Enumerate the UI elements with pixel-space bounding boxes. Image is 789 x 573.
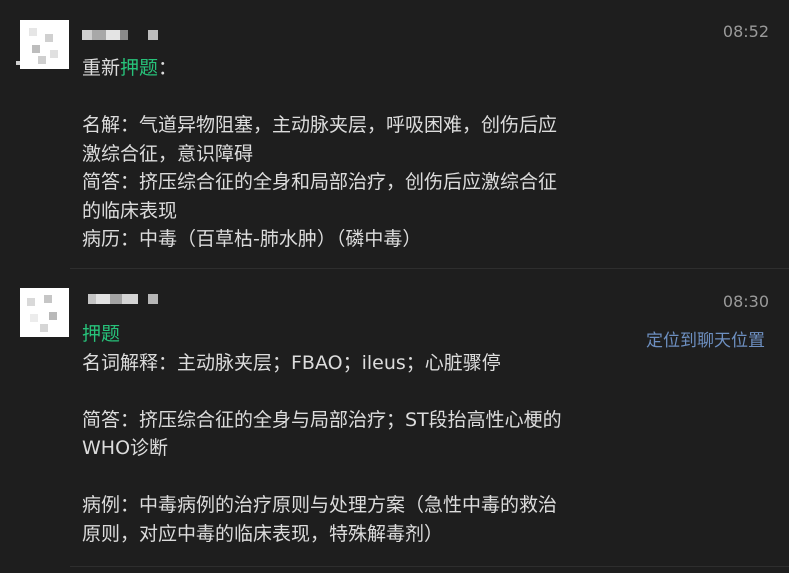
message-line: 押题 — [82, 320, 622, 349]
chat-message[interactable]: 08:30 定位到聊天位置 押题名词解释：主动脉夹层；FBAO；ileus；心脏… — [0, 268, 789, 568]
keyword-text: 押题 — [120, 57, 159, 79]
message-text[interactable]: 押题名词解释：主动脉夹层；FBAO；ileus；心脏骤停简答：挤压综合征的全身与… — [82, 320, 622, 548]
chat-message[interactable]: 08:52 重新押题： 名解：气道异物阻塞，主动脉夹层，呼吸困难，创伤后应 激综合征… — [0, 0, 789, 268]
line-text: 名词解释：主动脉夹层；FBAO；ileus；心脏骤停 — [82, 351, 501, 374]
message-divider — [70, 566, 789, 567]
line-text: 原则，对应中毒的临床表现，特殊解毒剂） — [82, 522, 444, 545]
message-text[interactable]: 重新押题： 名解：气道异物阻塞，主动脉夹层，呼吸困难，创伤后应 激综合征，意识障碍简… — [82, 54, 622, 254]
sender-name-blurred[interactable] — [82, 30, 162, 40]
message-line: 激综合征，意识障碍 — [82, 140, 622, 169]
chat-history-list: 08:52 重新押题： 名解：气道异物阻塞，主动脉夹层，呼吸困难，创伤后应 激综合征… — [0, 0, 789, 573]
avatar[interactable] — [20, 288, 69, 337]
message-line: 简答：挤压综合征的全身与局部治疗；ST段抬高性心梗的 — [82, 406, 622, 435]
message-time: 08:30 — [722, 292, 769, 311]
message-line: WHO诊断 — [82, 434, 622, 463]
line-text: 简答：挤压综合征的全身与局部治疗；ST段抬高性心梗的 — [82, 408, 562, 431]
message-line: 病例：中毒病例的治疗原则与处理方案（急性中毒的救治 — [82, 491, 622, 520]
locate-in-chat-link[interactable]: 定位到聊天位置 — [646, 326, 765, 351]
line-text: 的临床表现 — [82, 199, 178, 222]
message-line: 名解：气道异物阻塞，主动脉夹层，呼吸困难，创伤后应 — [82, 111, 622, 140]
line-text: 病历：中毒（百草枯-肺水肿）（磷中毒） — [82, 228, 422, 250]
message-line: 的临床表现 — [82, 197, 622, 226]
message-time: 08:52 — [722, 22, 769, 41]
avatar[interactable] — [20, 20, 69, 69]
sender-name-blurred[interactable] — [88, 294, 168, 304]
line-text: 重新 — [82, 57, 121, 79]
line-text: 激综合征，意识障碍 — [82, 142, 254, 165]
line-text: 名解：气道异物阻塞，主动脉夹层，呼吸困难，创伤后应 — [82, 114, 558, 136]
message-line: 重新押题： — [82, 54, 622, 83]
message-line: 名词解释：主动脉夹层；FBAO；ileus；心脏骤停 — [82, 349, 622, 378]
line-text: 简答：挤压综合征的全身和局部治疗，创伤后应激综合征 — [82, 171, 558, 193]
line-text: ： — [158, 57, 178, 79]
message-line: 原则，对应中毒的临床表现，特殊解毒剂） — [82, 520, 622, 549]
keyword-text: 押题 — [82, 323, 121, 345]
message-line: 病历：中毒（百草枯-肺水肿）（磷中毒） — [82, 225, 622, 254]
line-text: WHO诊断 — [82, 437, 169, 459]
line-text: 病例：中毒病例的治疗原则与处理方案（急性中毒的救治 — [82, 494, 558, 516]
avatar-corner-mark — [16, 61, 20, 65]
message-line: 简答：挤压综合征的全身和局部治疗，创伤后应激综合征 — [82, 168, 622, 197]
